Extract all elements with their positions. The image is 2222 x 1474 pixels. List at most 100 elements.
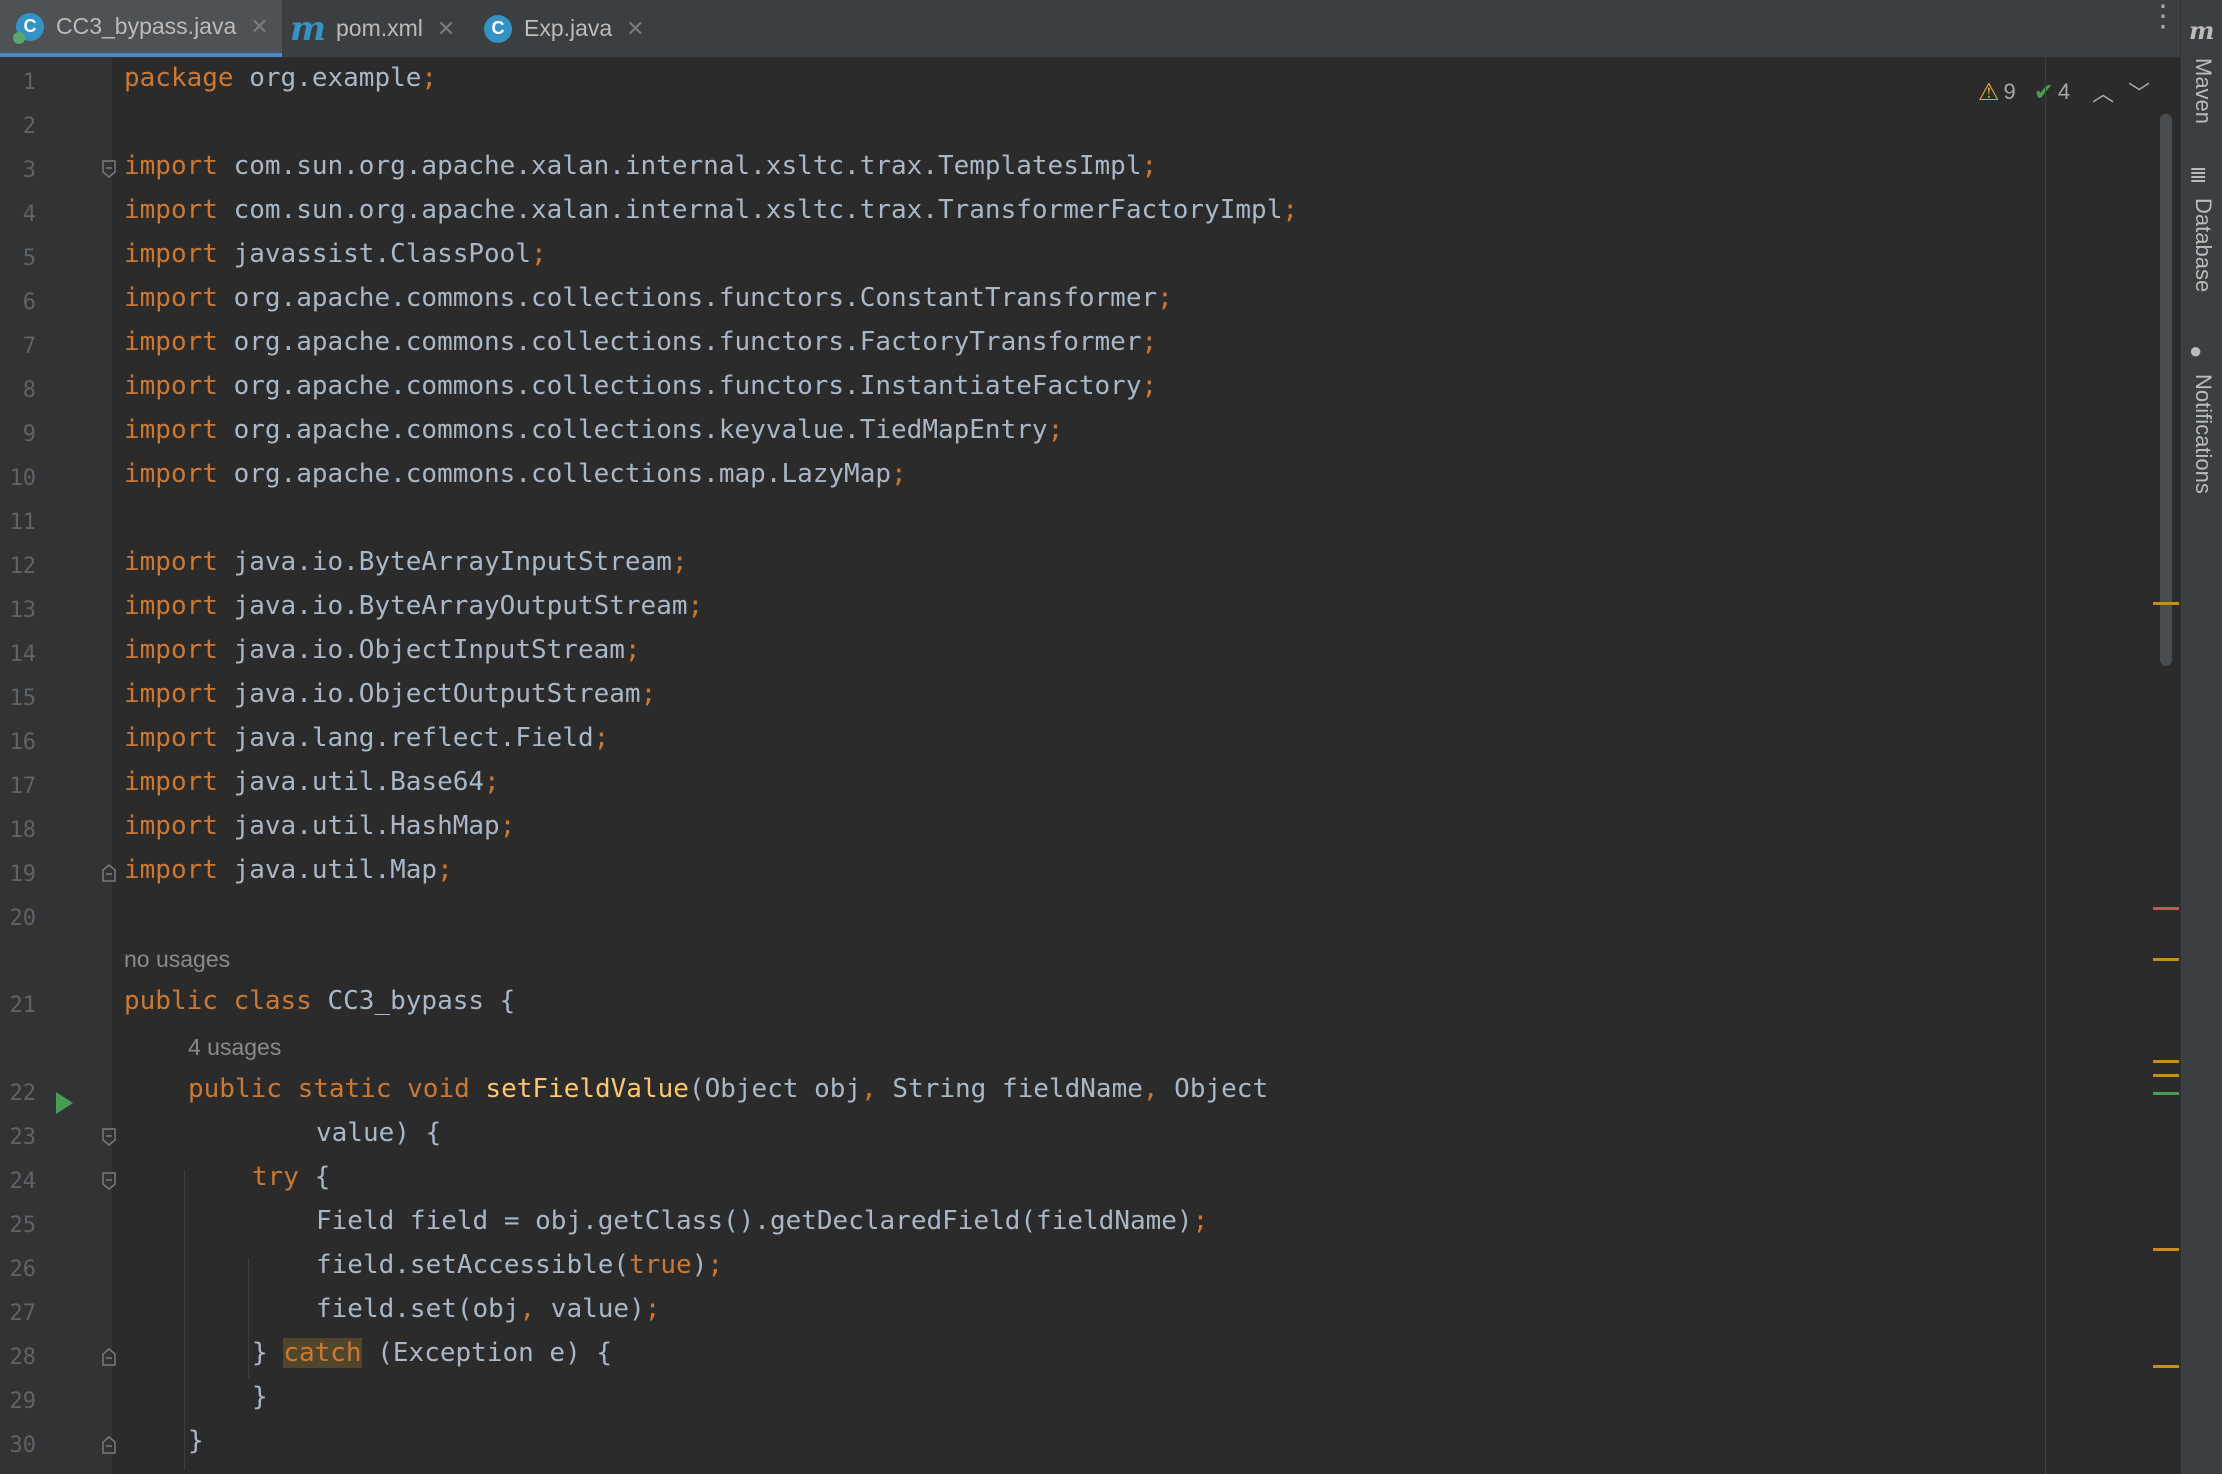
import-path: org.apache.commons.collections.functors.…: [217, 371, 1142, 401]
more-options-icon[interactable]: ⋮: [2148, 2, 2178, 32]
warning-mark[interactable]: [2153, 1248, 2179, 1251]
semicolon: ;: [671, 547, 688, 577]
close-icon[interactable]: ✕: [437, 16, 455, 42]
code-line-statement: field.set(obj, value);: [316, 1294, 660, 1324]
line-number: 7: [22, 334, 36, 359]
line-number: 17: [9, 774, 37, 799]
import-path: org.apache.commons.collections.keyvalue.…: [217, 415, 1048, 445]
brace: {: [298, 1162, 331, 1192]
code-line-close-brace: }: [188, 1426, 204, 1456]
maven-tool-button[interactable]: Maven: [2190, 58, 2216, 124]
line-number: 30: [9, 1433, 37, 1458]
import-path: javassist.ClassPool: [217, 239, 531, 269]
code-line-import: import org.apache.commons.collections.fu…: [124, 283, 1173, 313]
semicolon: ;: [1157, 283, 1173, 313]
previous-highlight-icon[interactable]: ︿: [2092, 76, 2114, 108]
keyword: public class: [124, 986, 312, 1016]
keyword: package: [124, 63, 234, 93]
statement: Field field = obj.getClass().getDeclared…: [316, 1206, 1193, 1236]
keyword: import: [124, 591, 218, 621]
keyword: import: [124, 195, 218, 225]
semicolon: ;: [687, 591, 704, 621]
import-path: java.io.ObjectInputStream: [217, 635, 625, 665]
line-number: 21: [9, 993, 37, 1018]
next-highlight-icon[interactable]: ﹀: [2128, 76, 2150, 108]
keyword: try: [252, 1162, 299, 1192]
line-number: 9: [22, 422, 36, 447]
fold-icon[interactable]: [102, 160, 116, 178]
maven-icon: m: [290, 8, 326, 49]
code-line-method-declaration: public static void setFieldValue(Object …: [188, 1074, 1268, 1104]
warning-mark[interactable]: [2153, 602, 2179, 605]
semicolon: ;: [1192, 1206, 1209, 1236]
weak-warning-mark[interactable]: [2153, 1092, 2179, 1095]
semicolon: ;: [1282, 195, 1299, 225]
import-path: java.util.HashMap: [217, 811, 500, 841]
usages-hint[interactable]: no usages: [124, 946, 230, 973]
keyword: import: [124, 811, 218, 841]
bell-icon[interactable]: ●: [2189, 338, 2202, 364]
import-path: java.lang.reflect.Field: [217, 723, 594, 753]
keyword: import: [124, 723, 218, 753]
code-line-import: import java.util.Base64;: [124, 767, 500, 797]
semicolon: ;: [1141, 371, 1158, 401]
database-icon[interactable]: ≣: [2189, 162, 2207, 188]
statement: field.set(obj: [316, 1294, 520, 1324]
keyword: import: [124, 547, 218, 577]
line-number: 5: [22, 246, 36, 271]
code-line-continuation: value) {: [316, 1118, 442, 1148]
code-editor[interactable]: 1 2 3 4 5 6 7 8 9 10 11 12 13 14 15 16 1…: [0, 58, 2180, 1474]
class-name: CC3_bypass {: [311, 986, 516, 1016]
comma: ,: [861, 1074, 877, 1104]
editor-tab-bar: C CC3_bypass.java ✕ m pom.xml ✕ C Exp.ja…: [0, 0, 2180, 58]
keyword: import: [124, 327, 218, 357]
import-path: java.io.ByteArrayOutputStream: [217, 591, 688, 621]
warning-count: 9: [2003, 79, 2016, 104]
line-number: 8: [22, 378, 36, 403]
notifications-tool-button[interactable]: Notifications: [2190, 374, 2216, 494]
warning-mark[interactable]: [2153, 958, 2179, 961]
inspection-widget[interactable]: ⚠ 9 ✔ 4 ︿ ﹀: [1978, 76, 2150, 108]
code-line-statement: field.setAccessible(true);: [316, 1250, 723, 1280]
statement: field.setAccessible(: [316, 1250, 630, 1280]
line-number: 1: [22, 70, 36, 95]
warning-mark[interactable]: [2153, 1060, 2179, 1063]
keyword: import: [124, 151, 218, 181]
line-number: 3: [22, 158, 36, 183]
code-line-class-declaration: public class CC3_bypass {: [124, 986, 515, 1016]
tab-exp-java[interactable]: C Exp.java ✕: [484, 0, 654, 57]
usages-hint[interactable]: 4 usages: [188, 1034, 281, 1061]
warning-mark[interactable]: [2153, 1074, 2179, 1077]
line-number: 24: [9, 1169, 37, 1194]
semicolon: ;: [499, 811, 516, 841]
line-number: 27: [9, 1301, 37, 1326]
close-icon[interactable]: ✕: [250, 14, 268, 40]
fold-icon[interactable]: [102, 1128, 116, 1146]
param: (Object obj: [688, 1074, 862, 1104]
error-mark[interactable]: [2153, 907, 2179, 910]
import-path: java.io.ObjectOutputStream: [217, 679, 641, 709]
code-line-try: try {: [252, 1162, 330, 1192]
database-tool-button[interactable]: Database: [2190, 198, 2216, 292]
keyword: public static void: [188, 1074, 470, 1104]
code-line-import: import java.io.ByteArrayInputStream;: [124, 547, 688, 577]
keyword: import: [124, 459, 218, 489]
tab-pom-xml[interactable]: m pom.xml ✕: [290, 0, 470, 57]
fold-icon[interactable]: [102, 1436, 116, 1454]
vertical-scrollbar[interactable]: [2160, 114, 2172, 666]
keyword: import: [124, 767, 218, 797]
semicolon: ;: [484, 767, 500, 797]
maven-icon[interactable]: m: [2189, 16, 2214, 45]
warning-mark[interactable]: [2153, 1365, 2179, 1368]
brace: }: [252, 1338, 284, 1368]
fold-icon[interactable]: [102, 864, 116, 882]
tab-cc3-bypass[interactable]: C CC3_bypass.java ✕: [0, 0, 282, 57]
close-icon[interactable]: ✕: [626, 16, 644, 42]
fold-icon[interactable]: [102, 1348, 116, 1366]
line-number: 10: [9, 466, 37, 491]
fold-icon[interactable]: [102, 1172, 116, 1190]
warning-icon: ⚠: [1978, 78, 2000, 106]
semicolon: ;: [891, 459, 907, 489]
code-line-import: import com.sun.org.apache.xalan.internal…: [124, 195, 1298, 225]
run-icon[interactable]: [56, 1092, 73, 1114]
